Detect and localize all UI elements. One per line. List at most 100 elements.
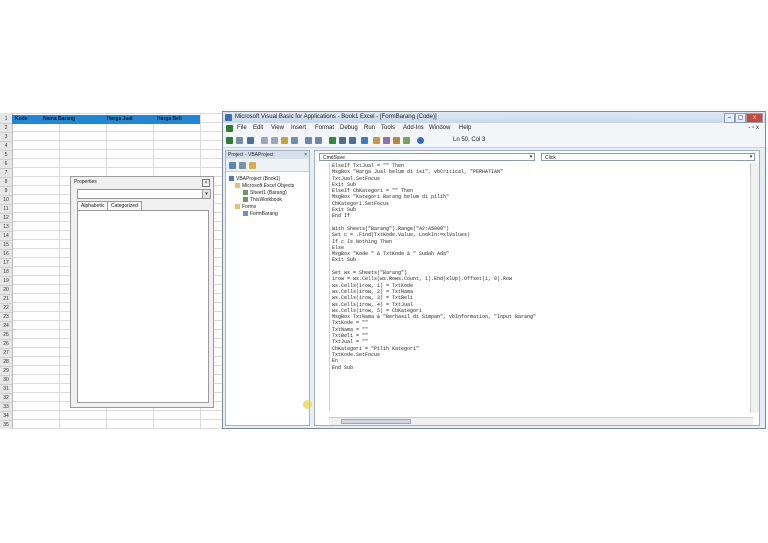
- close-icon[interactable]: ×: [202, 179, 210, 187]
- row-number[interactable]: 18: [0, 268, 12, 277]
- object-selector[interactable]: ▾: [77, 189, 211, 199]
- view-excel-icon[interactable]: [226, 137, 233, 144]
- row-number[interactable]: 17: [0, 259, 12, 268]
- menu-view[interactable]: View: [271, 125, 284, 131]
- reset-icon[interactable]: [349, 137, 356, 144]
- chevron-down-icon[interactable]: ▾: [748, 154, 754, 160]
- row-number[interactable]: 9: [0, 187, 12, 196]
- view-code-icon[interactable]: [229, 162, 236, 169]
- tree-item-excel-objects[interactable]: Microsoft Excel Objects: [235, 183, 294, 189]
- row-number[interactable]: 4: [0, 142, 12, 151]
- menu-insert[interactable]: Insert: [291, 125, 306, 131]
- row-number[interactable]: 15: [0, 241, 12, 250]
- row-number[interactable]: 27: [0, 349, 12, 358]
- insert-userform-icon[interactable]: [236, 137, 243, 144]
- row-number[interactable]: 5: [0, 151, 12, 160]
- row-number[interactable]: 31: [0, 385, 12, 394]
- row-number[interactable]: 14: [0, 232, 12, 241]
- row-number[interactable]: 35: [0, 421, 12, 429]
- row-number[interactable]: 19: [0, 277, 12, 286]
- menu-file[interactable]: File: [237, 125, 247, 131]
- chevron-down-icon[interactable]: ▾: [202, 190, 210, 198]
- properties-list[interactable]: [77, 210, 209, 403]
- title-bar[interactable]: Microsoft Visual Basic for Applications …: [223, 112, 765, 123]
- table-header-row: Kode Nama Barang Harga Jual Harga Beli: [12, 115, 200, 124]
- undo-icon[interactable]: [305, 137, 312, 144]
- row-number[interactable]: 12: [0, 214, 12, 223]
- menu-format[interactable]: Format: [315, 125, 334, 131]
- close-button[interactable]: x: [746, 113, 763, 123]
- menu-help[interactable]: Help: [459, 125, 471, 131]
- row-number[interactable]: 1: [0, 115, 12, 124]
- tree-item-formbarang[interactable]: FormBarang: [243, 211, 278, 217]
- userform-icon: [243, 211, 248, 216]
- maximize-button[interactable]: ▢: [735, 113, 746, 123]
- menu-edit[interactable]: Edit: [253, 125, 263, 131]
- header-cell-kode[interactable]: Kode: [12, 115, 43, 124]
- mdi-window-controls[interactable]: - ▫ x: [749, 125, 759, 131]
- code-margin[interactable]: [315, 163, 330, 411]
- run-icon[interactable]: [329, 137, 336, 144]
- object-browser-icon[interactable]: [393, 137, 400, 144]
- header-cell-harga-beli[interactable]: Harga Beli: [154, 115, 203, 124]
- vertical-scrollbar[interactable]: [750, 163, 759, 413]
- row-number[interactable]: 29: [0, 367, 12, 376]
- excel-icon[interactable]: [226, 125, 233, 132]
- header-cell-nama-barang[interactable]: Nama Barang: [40, 115, 107, 124]
- row-number[interactable]: 10: [0, 196, 12, 205]
- object-dropdown[interactable]: CmdSave ▾: [319, 153, 535, 161]
- close-icon[interactable]: ×: [304, 152, 307, 158]
- cut-icon[interactable]: [261, 137, 268, 144]
- design-mode-icon[interactable]: [361, 137, 368, 144]
- code-line[interactable]: End Sub: [332, 365, 742, 371]
- project-explorer-icon[interactable]: [373, 137, 380, 144]
- row-number[interactable]: 6: [0, 160, 12, 169]
- tree-item-vbaproject[interactable]: VBAProject (Book1): [229, 176, 280, 182]
- scroll-thumb[interactable]: [341, 419, 411, 424]
- copy-icon[interactable]: [271, 137, 278, 144]
- help-icon[interactable]: [417, 137, 424, 144]
- row-number[interactable]: 13: [0, 223, 12, 232]
- tree-item-sheet1[interactable]: Sheet1 (Barang): [243, 190, 287, 196]
- row-number[interactable]: 23: [0, 313, 12, 322]
- menu-run[interactable]: Run: [364, 125, 375, 131]
- row-number[interactable]: 33: [0, 403, 12, 412]
- menu-tools[interactable]: Tools: [381, 125, 395, 131]
- row-number[interactable]: 11: [0, 205, 12, 214]
- menu-window[interactable]: Window: [429, 125, 450, 131]
- tree-item-thisworkbook[interactable]: ThisWorkbook: [243, 197, 282, 203]
- header-cell-harga-jual[interactable]: Harga Jual: [104, 115, 157, 124]
- row-number[interactable]: 3: [0, 133, 12, 142]
- procedure-dropdown[interactable]: Click ▾: [541, 153, 755, 161]
- row-number[interactable]: 2: [0, 124, 12, 133]
- redo-icon[interactable]: [315, 137, 322, 144]
- horizontal-scrollbar[interactable]: [329, 417, 753, 425]
- row-number[interactable]: 34: [0, 412, 12, 421]
- row-number[interactable]: 24: [0, 322, 12, 331]
- menu-debug[interactable]: Debug: [340, 125, 358, 131]
- row-number[interactable]: 30: [0, 376, 12, 385]
- row-number[interactable]: 7: [0, 169, 12, 178]
- toggle-folders-icon[interactable]: [249, 162, 256, 169]
- tree-item-forms[interactable]: Forms: [235, 204, 256, 210]
- toolbox-icon[interactable]: [403, 137, 410, 144]
- find-icon[interactable]: [291, 137, 298, 144]
- properties-window-icon[interactable]: [383, 137, 390, 144]
- menu-add-ins[interactable]: Add-Ins: [403, 125, 424, 131]
- save-icon[interactable]: [247, 137, 254, 144]
- row-number[interactable]: 21: [0, 295, 12, 304]
- row-number[interactable]: 26: [0, 340, 12, 349]
- code-editor[interactable]: ElseIf TxtJual = "" Then MsgBox "Harga Ju…: [332, 163, 742, 411]
- minimize-button[interactable]: –: [724, 113, 735, 123]
- chevron-down-icon[interactable]: ▾: [528, 154, 534, 160]
- row-number[interactable]: 22: [0, 304, 12, 313]
- row-number[interactable]: 8: [0, 178, 12, 187]
- paste-icon[interactable]: [281, 137, 288, 144]
- row-number[interactable]: 16: [0, 250, 12, 259]
- row-number[interactable]: 32: [0, 394, 12, 403]
- row-number[interactable]: 20: [0, 286, 12, 295]
- view-object-icon[interactable]: [239, 162, 246, 169]
- row-number[interactable]: 25: [0, 331, 12, 340]
- break-icon[interactable]: [339, 137, 346, 144]
- row-number[interactable]: 28: [0, 358, 12, 367]
